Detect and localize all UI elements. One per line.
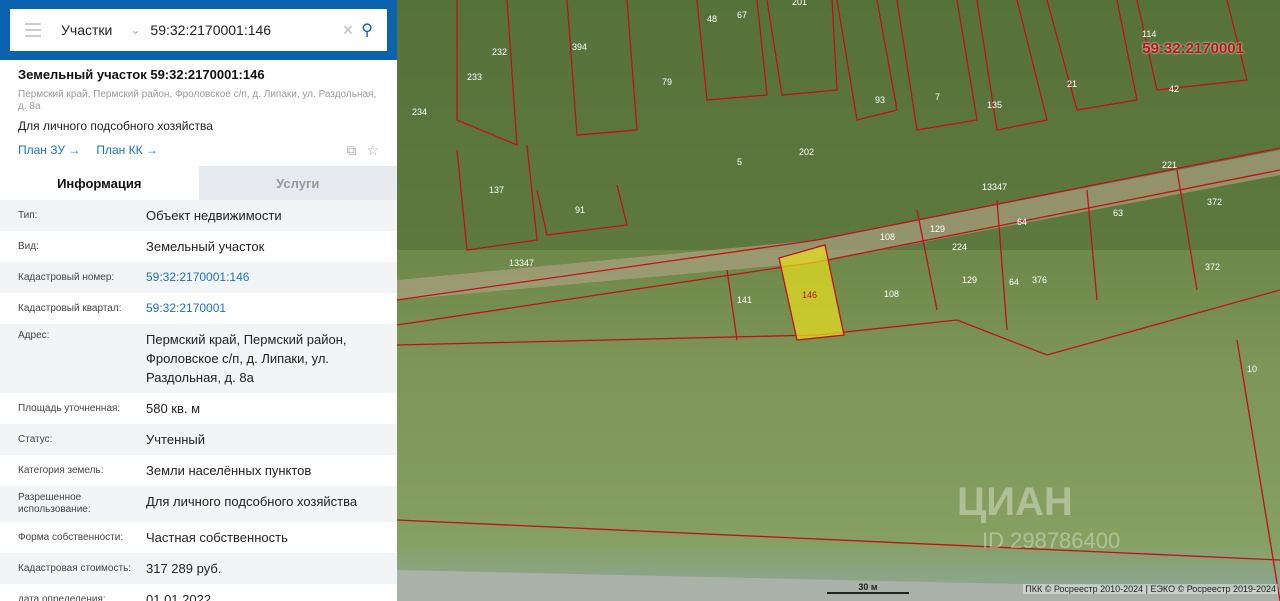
parcel-label: 394 [572,42,587,52]
parcel-label: 129 [930,224,945,234]
watermark-id: ID 298786400 [982,528,1121,553]
row-label: Кадастровый квартал: [18,302,122,314]
row-label: Площадь уточненная: [18,402,121,414]
parcel-label: 232 [492,47,507,57]
parcel-label: 21 [1067,79,1077,89]
tab-info[interactable]: Информация [0,166,199,200]
table-row: Кадастровый номер: 59:32:2170001:146 [0,262,397,293]
watermark-logo: ЦИАН [957,480,1073,524]
purpose-text: Для личного подсобного хозяйства [18,119,213,133]
table-row: Статус: Учтенный [0,424,397,455]
parcel-label: 93 [875,95,885,105]
table-row: Вид: Земельный участок [0,231,397,262]
row-label: Разрешенное использование: [18,492,91,515]
parcel-label: 13347 [509,258,534,268]
scale-bar: 30 м [827,582,909,594]
table-row: Площадь уточненная: 580 кв. м [0,393,397,424]
search-bar: Участки ⌄ 59:32:2170001:146 × ⚲ [0,0,397,60]
parcel-label: 137 [489,185,504,195]
row-value: Частная собственность [146,530,288,545]
parcel-label: 372 [1207,197,1222,207]
table-row: Кадастровая стоимость: 317 289 руб. [0,553,397,584]
parcel-label: 91 [575,205,585,215]
search-input[interactable]: 59:32:2170001:146 [150,22,342,38]
info-panel: Участки ⌄ 59:32:2170001:146 × ⚲ Земельны… [0,0,397,601]
search-box: Участки ⌄ 59:32:2170001:146 × ⚲ [10,9,387,51]
parcel-label: 221 [1162,160,1177,170]
category-select[interactable]: Участки [61,22,112,38]
info-table: Тип: Объект недвижимости Вид: Земельный уча… [0,200,397,601]
row-label: Адрес: [18,330,50,341]
row-label: Кадастровая стоимость: [18,562,132,574]
parcel-label: 48 [707,14,717,24]
row-value: 317 289 руб. [146,561,222,576]
parcel-label: 7 [935,92,940,102]
page-title: Земельный участок 59:32:2170001:146 [18,67,265,82]
star-icon[interactable]: ☆ [366,142,379,159]
row-value: Земли населённых пунктов [146,463,312,478]
row-value: 01.01.2022 [146,592,212,601]
search-icon[interactable]: ⚲ [361,20,373,40]
parcel-label: 129 [962,275,977,285]
row-value: Объект недвижимости [146,208,282,223]
parcel-label: 135 [987,100,1002,110]
table-row: Кадастровый квартал: 59:32:2170001 [0,293,397,324]
parcel-label: 13347 [982,182,1007,192]
table-row: Форма собственности: Частная собственност… [0,522,397,553]
table-row: дата определения: 01.01.2022 [0,584,397,601]
table-row: Разрешенное использование: Для личного по… [0,486,397,522]
parcel-label: 63 [1113,208,1123,218]
row-value: Земельный участок [146,239,265,254]
search-on-map-icon[interactable]: ⧉ [346,142,356,159]
table-row: Адрес: Пермский край, Пермский район, Фро… [0,324,397,393]
parcel-label: 67 [737,10,747,20]
table-row: Категория земель: Земли населённых пункто… [0,455,397,486]
parcel-label: 224 [952,242,967,252]
map[interactable]: 146 232 394 233 234 79 48 67 201 93 7 135 21 114 42 20… [397,0,1280,601]
copyright: ПКК © Росреестр 2010-2024 | ЕЭКО © Росре… [1023,584,1278,594]
table-row: Тип: Объект недвижимости [0,200,397,231]
row-label: Тип: [18,209,38,221]
parcel-label: 10 [1247,364,1257,374]
parcel-label: 201 [792,0,807,7]
parcel-label: 108 [880,232,895,242]
parcel-layer: 146 232 394 233 234 79 48 67 201 93 7 135 21 114 42 20… [397,0,1280,601]
row-value: Для личного подсобного хозяйства [146,494,358,509]
row-value: Пермский край, Пермский район, Фроловско… [146,332,347,385]
row-label: Вид: [18,240,39,252]
parcel-label: 5 [737,157,742,167]
row-value[interactable]: 59:32:2170001:146 [146,268,379,287]
row-label: Форма собственности: [18,531,124,543]
parcel-label: 202 [799,147,814,157]
plan-kk-link[interactable]: План КК → [96,143,158,157]
tab-services[interactable]: Услуги [198,166,397,200]
parcel-label: 372 [1205,262,1220,272]
clear-icon[interactable]: × [343,20,354,41]
parcel-label: 234 [412,107,427,117]
row-label: дата определения: [18,593,106,601]
parcel-label: 376 [1032,275,1047,285]
row-value: 580 кв. м [146,401,201,416]
menu-icon[interactable] [25,23,41,37]
row-value: Учтенный [146,432,206,447]
parcel-label: 233 [467,72,482,82]
row-label: Кадастровый номер: [18,271,115,283]
row-label: Категория земель: [18,464,104,476]
parcel-label: 64 [1017,217,1027,227]
parcel-label: 141 [737,295,752,305]
parcel-label: 114 [1142,29,1156,39]
row-value[interactable]: 59:32:2170001 [146,299,379,318]
parcel-label: 108 [884,289,899,299]
parcel-label: 42 [1169,84,1179,94]
parcel-label: 79 [662,77,672,87]
address-subtitle: Пермский край, Пермский район, Фроловско… [18,89,377,112]
chevron-down-icon[interactable]: ⌄ [130,23,140,37]
parcel-label: 64 [1009,277,1019,287]
row-label: Статус: [18,433,53,445]
selected-parcel-label: 146 [802,290,817,300]
quarter-label: 59:32:2170001 [1142,40,1244,57]
plan-zu-link[interactable]: План ЗУ → [18,143,80,157]
